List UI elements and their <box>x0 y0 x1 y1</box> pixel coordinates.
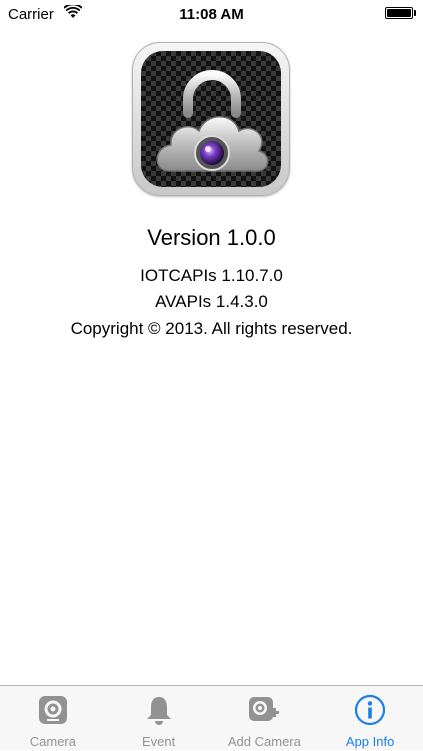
bell-icon <box>146 697 171 725</box>
info-icon <box>355 694 386 726</box>
app-icon-background <box>141 51 281 187</box>
battery-icon <box>385 7 413 19</box>
tab-event[interactable]: Event <box>106 686 212 751</box>
status-bar: Carrier 11:08 AM <box>0 0 423 30</box>
copyright-label: Copyright © 2013. All rights reserved. <box>70 319 353 338</box>
app-icon-artwork <box>156 70 269 172</box>
tab-bar: Camera Event Add Camera App Info <box>0 685 423 750</box>
tab-app-info[interactable]: App Info <box>317 686 423 751</box>
camera-icon <box>38 696 67 724</box>
add-camera-icon <box>249 697 280 721</box>
battery-fill <box>387 9 411 17</box>
avapis-version: AVAPIs 1.4.3.0 <box>155 292 268 311</box>
tab-label: App Info <box>345 734 395 749</box>
clock: 11:08 AM <box>179 6 244 23</box>
tab-camera[interactable]: Camera <box>0 686 106 751</box>
iotcapis-version: IOTCAPIs 1.10.7.0 <box>140 266 283 285</box>
tab-add-camera[interactable]: Add Camera <box>212 686 318 751</box>
tab-label: Event <box>142 734 176 749</box>
battery-tip <box>414 10 416 16</box>
tab-label: Add Camera <box>227 734 301 749</box>
lock-cloud-camera-icon <box>132 42 290 196</box>
version-label: Version 1.0.0 <box>147 225 276 250</box>
tab-label: Camera <box>29 734 76 749</box>
